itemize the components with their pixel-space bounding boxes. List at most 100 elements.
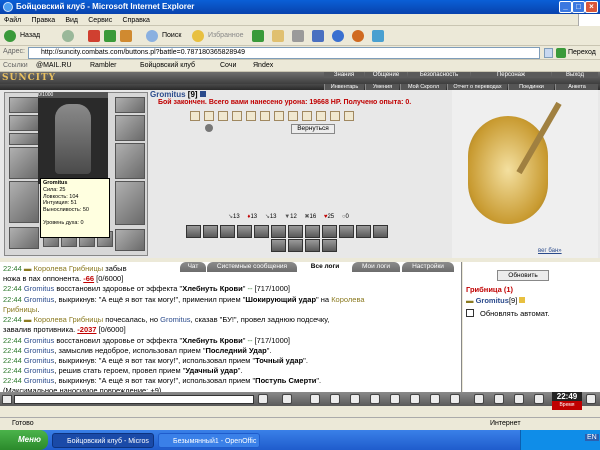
favorites-button[interactable]: Избранное	[192, 29, 243, 43]
address-input[interactable]: http://suncity.combats.com/buttons.pl?ba…	[28, 47, 540, 59]
effect-icon-10[interactable]	[316, 111, 326, 121]
address-dropdown-icon[interactable]	[544, 48, 553, 58]
maximize-button[interactable]: □	[572, 1, 585, 13]
skill-slot-8[interactable]	[305, 225, 320, 238]
close-button[interactable]: ×	[585, 1, 598, 13]
private-button[interactable]	[430, 394, 440, 404]
home-button[interactable]	[120, 29, 136, 43]
chat-time[interactable]: 22:44	[3, 356, 24, 365]
effect-icon-5[interactable]	[246, 111, 256, 121]
chat-time[interactable]: 22:44	[3, 295, 24, 304]
chat-nick[interactable]: Gromitus	[24, 346, 54, 355]
chat-time[interactable]: 22:44	[3, 346, 24, 355]
filter-button[interactable]	[350, 394, 360, 404]
translit-button[interactable]	[330, 394, 340, 404]
chat-time[interactable]: 22:44	[3, 336, 24, 345]
link-combats[interactable]: Бойцовский клуб	[140, 60, 195, 72]
clear-button[interactable]	[282, 394, 292, 404]
chat-nick[interactable]: Gromitus	[160, 315, 190, 324]
chat-nick[interactable]: Gromitus	[24, 295, 54, 304]
skill-slot-14[interactable]	[288, 239, 303, 252]
chat-nick[interactable]: ▬ Королева Грибницы	[24, 315, 103, 324]
nav-exit[interactable]: Выход	[552, 72, 598, 78]
skill-slot-3[interactable]	[220, 225, 235, 238]
link-yandex[interactable]: Яndex	[253, 60, 273, 72]
skill-slot-11[interactable]	[356, 225, 371, 238]
skill-slot-16[interactable]	[322, 239, 337, 252]
weapon-left-slot[interactable]	[9, 147, 39, 179]
send-button[interactable]	[258, 394, 268, 404]
skill-slot-12[interactable]	[373, 225, 388, 238]
research-button[interactable]	[372, 29, 388, 43]
color-button[interactable]	[390, 394, 400, 404]
chat-input[interactable]	[14, 395, 254, 404]
chat-nick[interactable]: Gromitus	[24, 336, 54, 345]
map-button[interactable]	[494, 394, 504, 404]
gloves-slot[interactable]	[115, 97, 145, 113]
earring-slot[interactable]	[9, 115, 39, 131]
chat-nick[interactable]: Gromitus	[24, 356, 54, 365]
quest-button[interactable]	[474, 394, 484, 404]
messenger-button[interactable]	[352, 29, 368, 43]
effect-icon-2[interactable]	[204, 111, 214, 121]
effect-icon-12[interactable]	[344, 111, 354, 121]
effect-icon-4[interactable]	[232, 111, 242, 121]
player-name[interactable]: Gromitus	[476, 296, 509, 305]
chat-scroll-icon[interactable]	[2, 395, 12, 404]
minimize-button[interactable]: _	[559, 1, 572, 13]
stop-button[interactable]	[88, 29, 104, 43]
chat-nick[interactable]: Грибницы	[3, 305, 37, 314]
effect-icon-11[interactable]	[330, 111, 340, 121]
amulet-slot[interactable]	[9, 133, 39, 145]
save-log-button[interactable]	[410, 394, 420, 404]
task-openoffice[interactable]: Безымянный1 - OpenOffic	[158, 433, 260, 448]
language-indicator[interactable]: EN	[585, 434, 599, 441]
mail-button[interactable]	[272, 29, 288, 43]
chat-nick[interactable]: Gromitus	[24, 376, 54, 385]
tab-system[interactable]: Системные сообщения	[207, 262, 297, 272]
skill-slot-15[interactable]	[305, 239, 320, 252]
effect-icon-8[interactable]	[288, 111, 298, 121]
search-button[interactable]: Поиск	[146, 29, 181, 43]
character-name[interactable]: Gromitus	[150, 90, 186, 99]
skill-slot-10[interactable]	[339, 225, 354, 238]
refresh-button[interactable]	[104, 29, 120, 43]
chat-time[interactable]: 22:44	[3, 315, 24, 324]
skill-slot-4[interactable]	[237, 225, 252, 238]
chat-nick[interactable]: Gromitus	[24, 366, 54, 375]
helmet-slot[interactable]	[9, 97, 39, 113]
armor-slot[interactable]	[9, 181, 39, 223]
chat-nick[interactable]: Gromitus	[24, 284, 54, 293]
help-chat-button[interactable]	[534, 394, 544, 404]
effect-icon-7[interactable]	[274, 111, 284, 121]
info-icon[interactable]	[199, 91, 206, 97]
skill-slot-5[interactable]	[254, 225, 269, 238]
treasure-caption[interactable]: вег бан»	[538, 248, 562, 254]
effect-icon-3[interactable]	[218, 111, 228, 121]
player-entry[interactable]: ▬ Gromitus[9]	[466, 296, 526, 305]
effect-icon-9[interactable]	[302, 111, 312, 121]
tab-settings[interactable]: Настройки	[402, 262, 454, 272]
tab-my-logs[interactable]: Мои логи	[352, 262, 400, 272]
bracers-slot[interactable]	[115, 115, 145, 141]
skill-slot-7[interactable]	[288, 225, 303, 238]
exit-chat-button[interactable]	[586, 394, 596, 404]
player-info-icon[interactable]	[519, 297, 526, 303]
mail-chat-button[interactable]	[514, 394, 524, 404]
skill-slot-6[interactable]	[271, 225, 286, 238]
chat-time[interactable]: 22:44	[3, 376, 24, 385]
link-mailru[interactable]: @MAIL.RU	[36, 60, 72, 72]
effect-icon-6[interactable]	[260, 111, 270, 121]
refresh-list-button[interactable]: Обновить	[497, 270, 549, 281]
edit-button[interactable]	[312, 29, 328, 43]
skill-slot-1[interactable]	[186, 225, 201, 238]
auto-refresh-checkbox[interactable]	[466, 309, 474, 317]
nav-character[interactable]: Персонаж	[471, 72, 551, 78]
go-button[interactable]: Переход	[556, 47, 596, 59]
nav-communication[interactable]: Общение	[365, 72, 407, 78]
chat-time[interactable]: 22:44	[3, 264, 24, 273]
forward-button[interactable]	[62, 29, 78, 43]
return-button[interactable]: Вернуться	[291, 124, 335, 134]
discuss-button[interactable]	[332, 29, 348, 43]
effect-icon-1[interactable]	[190, 111, 200, 121]
